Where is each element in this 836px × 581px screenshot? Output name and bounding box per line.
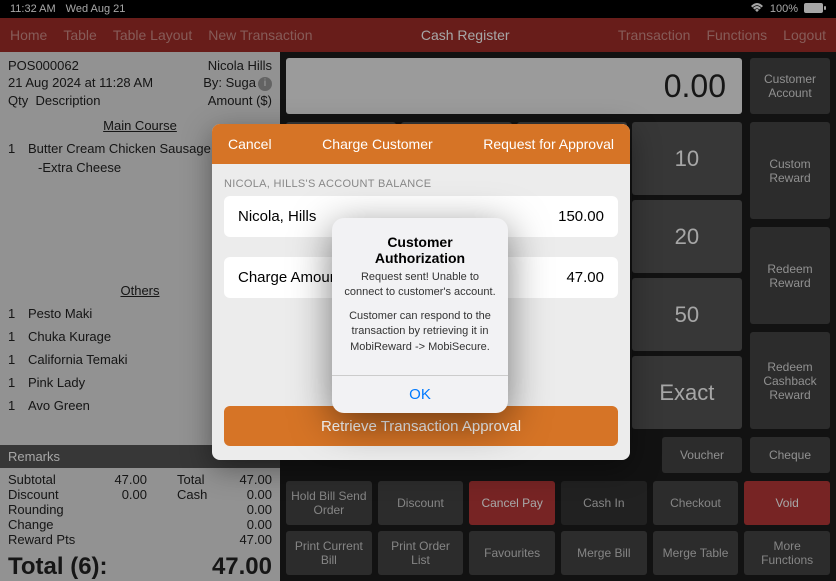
request-approval-button[interactable]: Request for Approval	[483, 136, 614, 152]
modal-title: Charge Customer	[322, 136, 433, 152]
alert-message-2: Customer can respond to the transaction …	[342, 309, 498, 355]
ok-button[interactable]: OK	[332, 375, 508, 413]
balance-name: Nicola, Hills	[238, 208, 316, 225]
authorization-alert: Customer Authorization Request sent! Una…	[332, 218, 508, 413]
balance-label: NICOLA, HILLS'S ACCOUNT BALANCE	[224, 178, 618, 190]
alert-message-1: Request sent! Unable to connect to custo…	[342, 270, 498, 301]
cancel-button[interactable]: Cancel	[228, 136, 272, 152]
charge-label: Charge Amount	[238, 269, 342, 286]
charge-value: 47.00	[566, 269, 604, 286]
alert-title: Customer Authorization	[342, 234, 498, 266]
balance-value: 150.00	[558, 208, 604, 225]
